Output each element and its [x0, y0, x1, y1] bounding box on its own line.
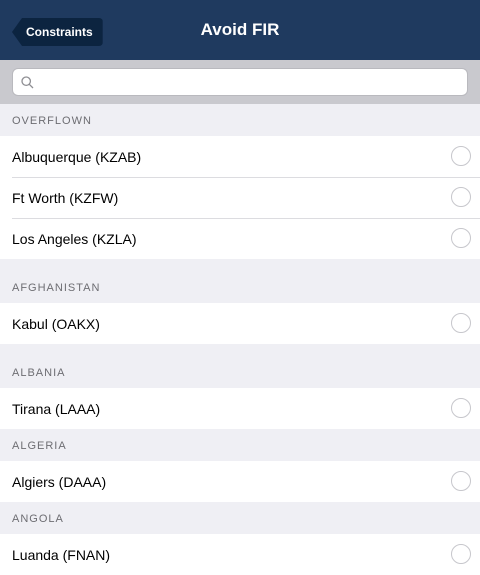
list-item-label: Albuquerque (KZAB) — [12, 148, 142, 165]
navigation-bar: Constraints Avoid FIR — [0, 0, 480, 60]
section-header-albania: ALBANIA — [0, 344, 480, 388]
list-item-label: Los Angeles (KZLA) — [12, 230, 137, 247]
list-item[interactable]: Los Angeles (KZLA) — [0, 218, 480, 259]
list-item-label: Kabul (OAKX) — [12, 315, 100, 332]
search-bar — [0, 60, 480, 104]
radio-circle-icon[interactable] — [451, 398, 471, 418]
list-item[interactable]: Tirana (LAAA) — [0, 388, 480, 429]
section-header-angola: ANGOLA — [0, 502, 480, 534]
list-item[interactable]: Ft Worth (KZFW) — [0, 177, 480, 218]
radio-circle-icon[interactable] — [451, 544, 471, 564]
list-item-label: Luanda (FNAN) — [12, 546, 111, 563]
search-field[interactable] — [12, 68, 468, 96]
radio-circle-icon[interactable] — [451, 313, 471, 333]
search-input[interactable] — [40, 73, 467, 91]
list-item[interactable]: Luanda (FNAN) — [0, 534, 480, 575]
page-title: Avoid FIR — [200, 20, 280, 39]
radio-circle-icon[interactable] — [451, 471, 471, 491]
list-item[interactable]: Kabul (OAKX) — [0, 303, 480, 344]
list-item-label: Algiers (DAAA) — [12, 473, 107, 490]
radio-circle-icon[interactable] — [451, 187, 471, 207]
search-icon — [21, 75, 34, 88]
radio-circle-icon[interactable] — [451, 146, 471, 166]
list-item-label: Tirana (LAAA) — [12, 400, 101, 417]
section-header-overflown: OVERFLOWN — [0, 104, 480, 136]
section-header-afghanistan: AFGHANISTAN — [0, 259, 480, 303]
list-item-label: Ft Worth (KZFW) — [12, 189, 119, 206]
list-item[interactable]: Albuquerque (KZAB) — [0, 136, 480, 177]
list-item[interactable]: Algiers (DAAA) — [0, 461, 480, 502]
radio-circle-icon[interactable] — [451, 228, 471, 248]
section-header-algeria: ALGERIA — [0, 429, 480, 461]
